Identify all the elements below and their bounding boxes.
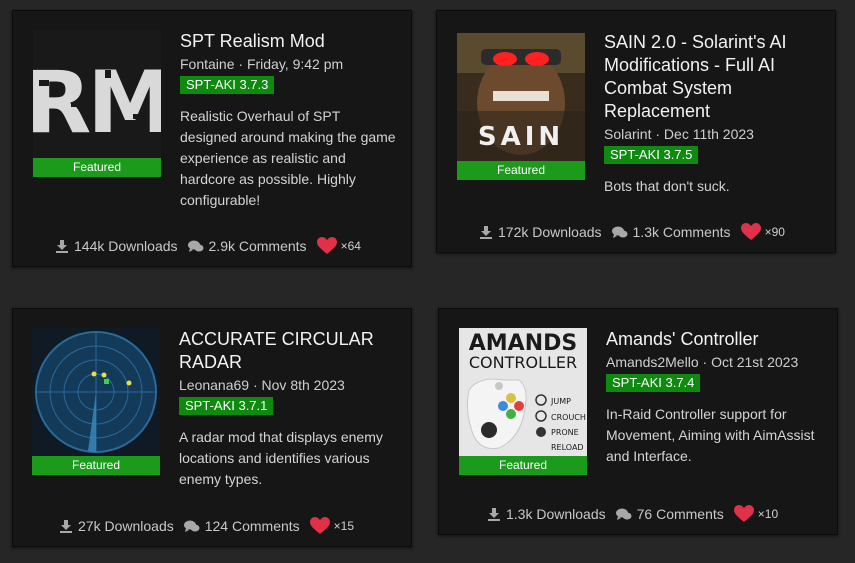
mod-date: Dec 11th 2023	[663, 126, 754, 142]
likes-stat[interactable]: ×90	[740, 223, 785, 241]
comments-icon	[611, 226, 628, 238]
featured-badge: Featured	[32, 456, 160, 475]
heart-icon[interactable]	[316, 237, 337, 255]
mod-title[interactable]: ACCURATE CIRCULAR RADAR	[179, 328, 394, 374]
mod-thumbnail-wrap[interactable]: Featured	[32, 328, 160, 475]
comments-stat[interactable]: 76 Comments	[615, 506, 724, 522]
mod-thumbnail-controller[interactable]: AMANDS CONTROLLER JUMP CROUCH PRONE RELO…	[459, 328, 587, 456]
mod-description: Bots that don't suck.	[604, 178, 730, 194]
mod-thumbnail-wrap[interactable]: AMANDS CONTROLLER JUMP CROUCH PRONE RELO…	[459, 328, 587, 475]
mod-description: A radar mod that displays enemy location…	[179, 429, 383, 487]
mod-title[interactable]: SAIN 2.0 - Solarint's AI Modifications -…	[604, 31, 819, 123]
mod-date: Oct 21st 2023	[711, 354, 799, 370]
likes-stat[interactable]: ×64	[316, 237, 361, 255]
mod-thumbnail-realism[interactable]: RM	[33, 30, 161, 158]
svg-text:RM: RM	[33, 53, 161, 153]
likes-stat[interactable]: ×15	[309, 517, 355, 535]
likes-count: ×15	[333, 519, 355, 533]
comments-icon	[187, 240, 204, 252]
downloads-count: 144k Downloads	[74, 238, 178, 254]
comments-count[interactable]: 124 Comments	[205, 518, 300, 534]
downloads-stat: 172k Downloads	[479, 224, 602, 240]
version-badge: SPT-AKI 3.7.1	[179, 397, 274, 415]
svg-text:SAIN: SAIN	[478, 122, 564, 152]
featured-badge: Featured	[457, 161, 585, 180]
mod-stats: 27k Downloads 124 Comments ×15	[59, 517, 354, 535]
download-icon	[56, 240, 68, 253]
mod-meta: Solarint · Dec 11th 2023	[604, 124, 819, 144]
mod-title[interactable]: SPT Realism Mod	[180, 30, 400, 53]
heart-icon[interactable]	[309, 517, 330, 535]
realism-logo-image: RM	[33, 30, 161, 158]
mod-stats: 144k Downloads 2.9k Comments ×64	[55, 237, 361, 255]
comments-icon	[615, 508, 632, 520]
svg-text:JUMP: JUMP	[550, 397, 571, 406]
mod-meta: Fontaine · Friday, 9:42 pm	[180, 54, 400, 74]
likes-count: ×10	[757, 507, 779, 521]
mod-thumbnail-sain[interactable]: SAIN	[457, 33, 585, 161]
mod-card-controller[interactable]: AMANDS CONTROLLER JUMP CROUCH PRONE RELO…	[438, 308, 838, 535]
version-badge: SPT-AKI 3.7.3	[180, 76, 275, 94]
meta-separator: ·	[252, 377, 262, 393]
heart-icon[interactable]	[733, 505, 754, 523]
mod-author[interactable]: Leonana69	[179, 377, 249, 393]
mod-thumbnail-radar[interactable]	[32, 328, 160, 456]
svg-text:PRONE: PRONE	[551, 428, 579, 437]
mod-author[interactable]: Solarint	[604, 126, 651, 142]
meta-separator: ·	[702, 354, 712, 370]
svg-text:CROUCH: CROUCH	[551, 413, 586, 422]
controller-image: AMANDS CONTROLLER JUMP CROUCH PRONE RELO…	[459, 328, 587, 456]
svg-text:CONTROLLER: CONTROLLER	[469, 353, 577, 372]
comments-count[interactable]: 76 Comments	[637, 506, 724, 522]
mod-author[interactable]: Fontaine	[180, 56, 234, 72]
comments-count[interactable]: 2.9k Comments	[209, 238, 307, 254]
mod-date: Nov 8th 2023	[261, 377, 345, 393]
downloads-count: 1.3k Downloads	[506, 506, 606, 522]
download-icon	[480, 226, 492, 239]
downloads-stat: 27k Downloads	[59, 518, 174, 534]
comments-count[interactable]: 1.3k Comments	[633, 224, 731, 240]
downloads-count: 27k Downloads	[78, 518, 174, 534]
radar-image	[32, 328, 160, 456]
heart-icon[interactable]	[740, 223, 761, 241]
mod-description: Realistic Overhaul of SPT designed aroun…	[180, 108, 396, 208]
likes-stat[interactable]: ×10	[733, 505, 779, 523]
likes-count: ×64	[340, 239, 361, 253]
version-badge: SPT-AKI 3.7.4	[606, 374, 701, 392]
mod-title[interactable]: Amands' Controller	[606, 328, 821, 351]
comments-icon	[183, 520, 200, 532]
download-icon	[60, 520, 72, 533]
comments-stat[interactable]: 1.3k Comments	[611, 224, 731, 240]
meta-separator: ·	[655, 126, 664, 142]
svg-text:RELOAD: RELOAD	[551, 443, 584, 452]
mod-thumbnail-wrap[interactable]: SAIN Featured	[457, 33, 585, 180]
mod-stats: 172k Downloads 1.3k Comments ×90	[479, 223, 785, 241]
mod-meta: Amands2Mello · Oct 21st 2023	[606, 352, 821, 372]
meta-separator: ·	[238, 56, 247, 72]
mod-card-realism[interactable]: RM Featured SPT Realism Mod Fontaine · F…	[12, 10, 412, 267]
download-icon	[488, 508, 500, 521]
sain-logo-image: SAIN	[457, 33, 585, 161]
downloads-stat: 144k Downloads	[55, 238, 178, 254]
mod-card-radar[interactable]: Featured ACCURATE CIRCULAR RADAR Leonana…	[12, 308, 412, 547]
comments-stat[interactable]: 124 Comments	[183, 518, 300, 534]
mod-author[interactable]: Amands2Mello	[606, 354, 699, 370]
mod-description: In-Raid Controller support for Movement,…	[606, 406, 815, 464]
featured-badge: Featured	[459, 456, 587, 475]
mod-meta: Leonana69 · Nov 8th 2023	[179, 375, 394, 395]
mod-date: Friday, 9:42 pm	[246, 56, 344, 72]
likes-count: ×90	[764, 225, 785, 239]
downloads-count: 172k Downloads	[498, 224, 602, 240]
version-badge: SPT-AKI 3.7.5	[604, 146, 699, 164]
comments-stat[interactable]: 2.9k Comments	[187, 238, 307, 254]
mod-thumbnail-wrap[interactable]: RM Featured	[33, 30, 161, 177]
mod-stats: 1.3k Downloads 76 Comments ×10	[487, 505, 778, 523]
mod-card-sain[interactable]: SAIN Featured SAIN 2.0 - Solarint's AI M…	[436, 10, 836, 253]
downloads-stat: 1.3k Downloads	[487, 506, 606, 522]
featured-badge: Featured	[33, 158, 161, 177]
